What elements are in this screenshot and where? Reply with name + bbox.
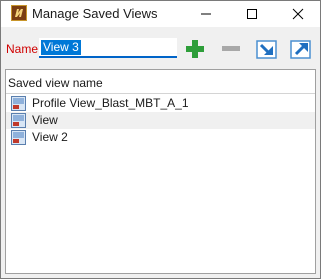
minimize-button[interactable] <box>183 1 229 27</box>
add-view-button[interactable] <box>184 38 206 60</box>
import-view-button[interactable] <box>256 38 278 60</box>
list-rows: Profile View_Blast_MBT_A_1 View View 2 <box>6 95 315 146</box>
list-item[interactable]: View 2 <box>6 129 315 146</box>
name-label: Name <box>6 42 39 56</box>
saved-view-icon <box>11 113 26 128</box>
maximize-button[interactable] <box>229 1 275 27</box>
list-item[interactable]: Profile View_Blast_MBT_A_1 <box>6 95 315 112</box>
minus-icon <box>222 46 240 51</box>
name-input-value: View 3 <box>41 40 81 55</box>
arrow-up-right-icon <box>290 40 311 59</box>
title-bar: Manage Saved Views <box>1 1 320 27</box>
plus-icon <box>186 40 204 58</box>
close-icon <box>292 8 304 20</box>
minimize-icon <box>201 13 211 15</box>
arrow-down-right-icon <box>256 40 277 59</box>
saved-view-icon <box>11 130 26 145</box>
manage-saved-views-window: Manage Saved Views Name View 3 Saved vie… <box>0 0 321 279</box>
list-item-label: Profile View_Blast_MBT_A_1 <box>32 96 189 110</box>
export-view-button[interactable] <box>290 38 312 60</box>
saved-view-icon <box>11 96 26 111</box>
list-item-label: View 2 <box>32 130 68 144</box>
window-title: Manage Saved Views <box>32 6 158 21</box>
name-input[interactable]: View 3 <box>39 38 177 58</box>
saved-views-list[interactable]: Saved view name Profile View_Blast_MBT_A… <box>5 69 316 274</box>
app-icon <box>11 5 27 21</box>
list-item-label: View <box>32 113 58 127</box>
list-column-header[interactable]: Saved view name <box>6 70 315 94</box>
maximize-icon <box>247 9 257 19</box>
list-item[interactable]: View <box>6 112 315 129</box>
list-column-header-label: Saved view name <box>8 76 103 90</box>
remove-view-button[interactable] <box>220 38 242 60</box>
close-button[interactable] <box>275 1 321 27</box>
